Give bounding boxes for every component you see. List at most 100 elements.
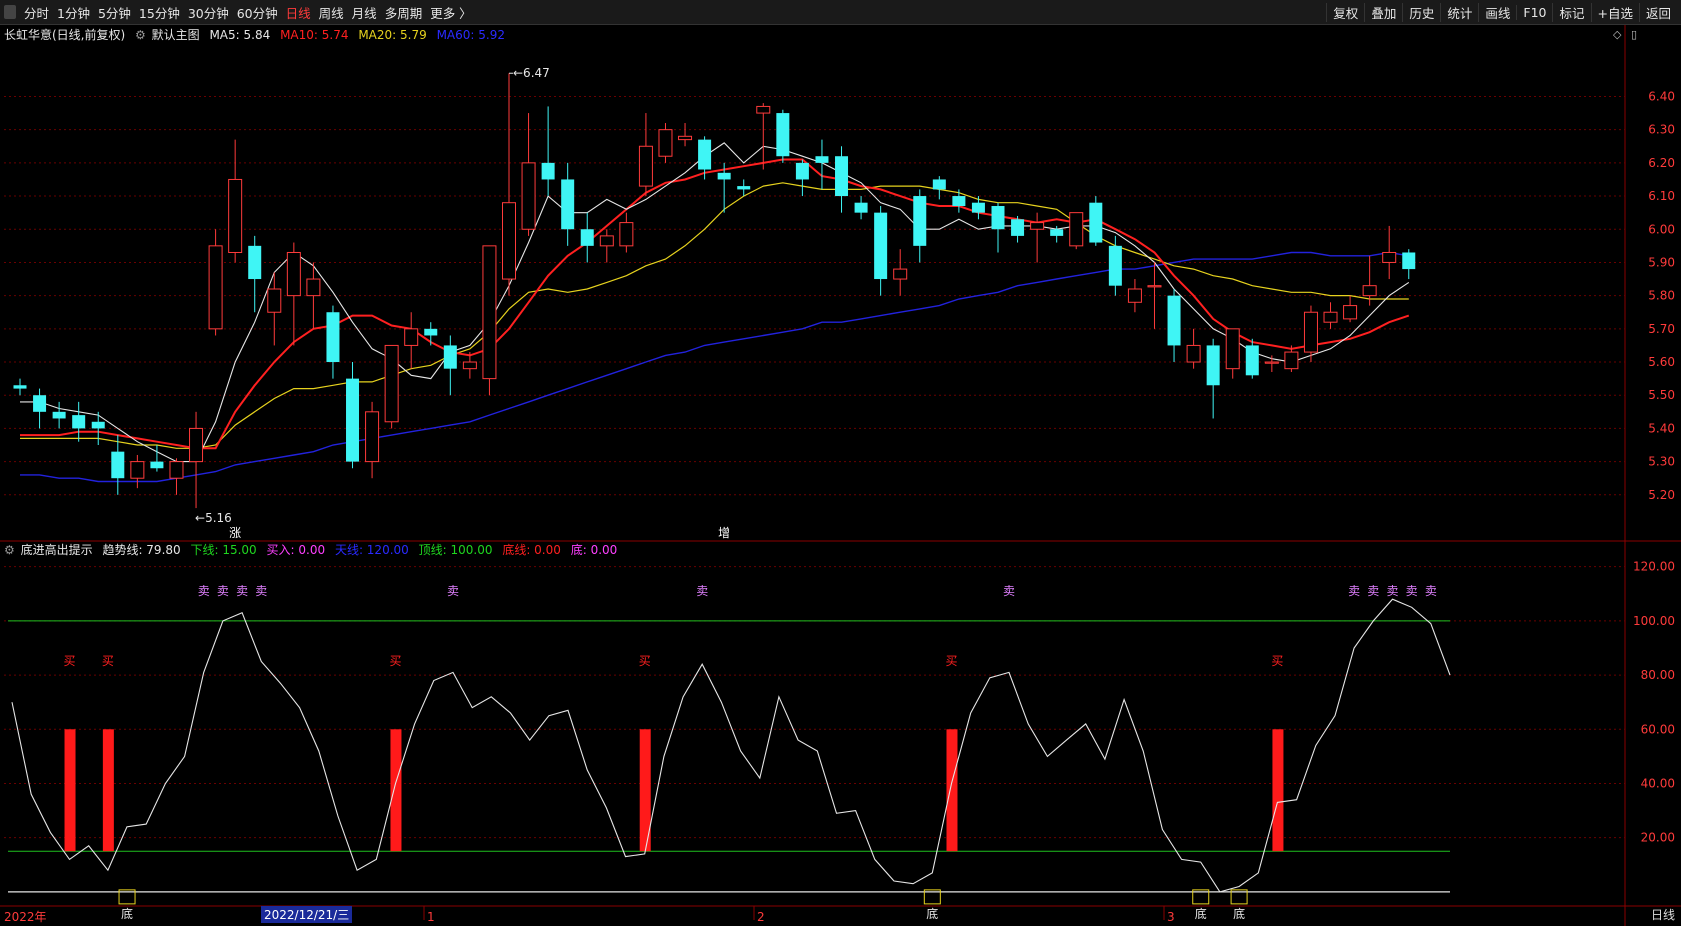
- collapse-icon[interactable]: [4, 5, 16, 19]
- candle-body: [72, 415, 86, 429]
- candle: [913, 189, 927, 263]
- candle-body: [130, 461, 145, 479]
- candle: [1206, 338, 1220, 419]
- period-tab-8[interactable]: 月线: [348, 3, 381, 22]
- candle: [1225, 328, 1240, 379]
- candle: [893, 249, 908, 296]
- event-marker: 增: [718, 526, 730, 540]
- price-tick-label: 5.40: [1648, 421, 1675, 435]
- price-tick-label: 5.70: [1648, 322, 1675, 336]
- candle-body: [1284, 351, 1299, 370]
- candle: [756, 103, 771, 170]
- month-label: 1: [427, 910, 435, 924]
- candle-body: [208, 245, 223, 330]
- sell-label: 卖: [217, 584, 229, 598]
- tool-button-5[interactable]: F10: [1516, 4, 1552, 20]
- candle-body: [717, 172, 731, 180]
- ma60-line: [20, 251, 1409, 483]
- candle: [776, 109, 790, 163]
- candle: [1343, 295, 1358, 323]
- candle-body: [541, 162, 555, 180]
- candle-body: [404, 328, 419, 346]
- tool-button-0[interactable]: 复权: [1326, 2, 1364, 22]
- period-tab-3[interactable]: 15分钟: [135, 3, 184, 22]
- buy-label: 买: [389, 654, 401, 668]
- candle: [815, 139, 829, 190]
- period-tab-9[interactable]: 多周期: [381, 3, 427, 22]
- period-label: 日线: [1650, 908, 1675, 922]
- candle: [658, 123, 673, 163]
- candle-body: [424, 328, 438, 336]
- candle-body: [1323, 311, 1338, 323]
- buy-bar: [64, 729, 76, 852]
- candle: [1245, 338, 1259, 379]
- period-tab-1[interactable]: 1分钟: [53, 3, 94, 22]
- period-tab-2[interactable]: 5分钟: [94, 3, 135, 22]
- candle-body: [913, 196, 927, 246]
- axis-layer: 5.20 5.30 5.40 5.50 5.60 5.70 5.80 5.90 6.00 6.10…: [4, 89, 1675, 924]
- candle: [462, 352, 477, 379]
- price-tick-label: 6.40: [1648, 89, 1675, 103]
- tool-button-6[interactable]: 标记: [1552, 2, 1590, 22]
- candle-body: [1089, 202, 1103, 243]
- candle-body: [228, 178, 243, 253]
- candle: [1167, 289, 1181, 363]
- period-tab-4[interactable]: 30分钟: [184, 3, 233, 22]
- candle: [1127, 279, 1142, 313]
- candle-body: [1069, 212, 1084, 247]
- candle-body: [384, 344, 399, 423]
- candle: [91, 411, 105, 446]
- candle-body: [698, 139, 712, 170]
- candle-body: [1127, 288, 1142, 303]
- tool-button-4[interactable]: 画线: [1478, 2, 1516, 22]
- candle-body: [111, 451, 125, 479]
- tool-button-1[interactable]: 叠加: [1364, 2, 1402, 22]
- period-tab-10[interactable]: 更多 〉: [426, 3, 475, 22]
- chart-canvas[interactable]: ←6.47←5.16涨增 买买买买买买卖卖卖卖卖卖卖卖卖卖卖卖底底底底 5.20…: [0, 25, 1681, 926]
- price-tick-label: 6.30: [1648, 123, 1675, 137]
- crosshair-date: 2022/12/21/三: [261, 906, 353, 923]
- tool-button-2[interactable]: 历史: [1402, 2, 1440, 22]
- candle-body: [286, 251, 301, 297]
- period-tab-6[interactable]: 日线: [282, 3, 315, 22]
- buy-label: 买: [639, 654, 651, 668]
- candle: [854, 196, 868, 220]
- price-tick-label: 5.20: [1648, 488, 1675, 502]
- di-label: 底: [1195, 906, 1207, 921]
- candle-body: [561, 179, 575, 230]
- price-tick-label: 5.80: [1648, 289, 1675, 303]
- tool-button-3[interactable]: 统计: [1440, 2, 1478, 22]
- candle-body: [1108, 245, 1122, 286]
- candle: [1011, 215, 1025, 243]
- indicator-tick-label: 40.00: [1641, 776, 1675, 790]
- candle-body: [580, 229, 594, 246]
- candle-body: [150, 461, 164, 469]
- candle-body: [638, 145, 653, 187]
- candle: [835, 146, 849, 213]
- candle: [346, 362, 360, 469]
- candle: [208, 229, 223, 336]
- candle-body: [13, 385, 27, 389]
- candle-body: [854, 202, 868, 213]
- candle: [424, 322, 438, 346]
- candle-body: [267, 288, 282, 313]
- candle-body: [991, 206, 1005, 230]
- candle-body: [52, 411, 66, 419]
- candle-body: [1167, 295, 1181, 346]
- tool-button-8[interactable]: 返回: [1638, 2, 1677, 22]
- tool-button-7[interactable]: +自选: [1590, 2, 1639, 22]
- candle: [1402, 249, 1416, 280]
- period-tab-0[interactable]: 分时: [20, 3, 53, 22]
- candle-body: [1382, 251, 1397, 263]
- period-tab-7[interactable]: 周线: [315, 3, 348, 22]
- candle-body: [365, 411, 380, 463]
- candle: [13, 378, 27, 396]
- candle: [482, 245, 497, 396]
- indicator-tick-label: 100.00: [1633, 614, 1675, 628]
- di-label: 底: [926, 906, 938, 921]
- candle: [795, 159, 809, 197]
- price-tick-label: 5.50: [1648, 388, 1675, 402]
- price-tick-label: 5.90: [1648, 255, 1675, 269]
- candle-body: [346, 378, 360, 462]
- period-tab-5[interactable]: 60分钟: [233, 3, 282, 22]
